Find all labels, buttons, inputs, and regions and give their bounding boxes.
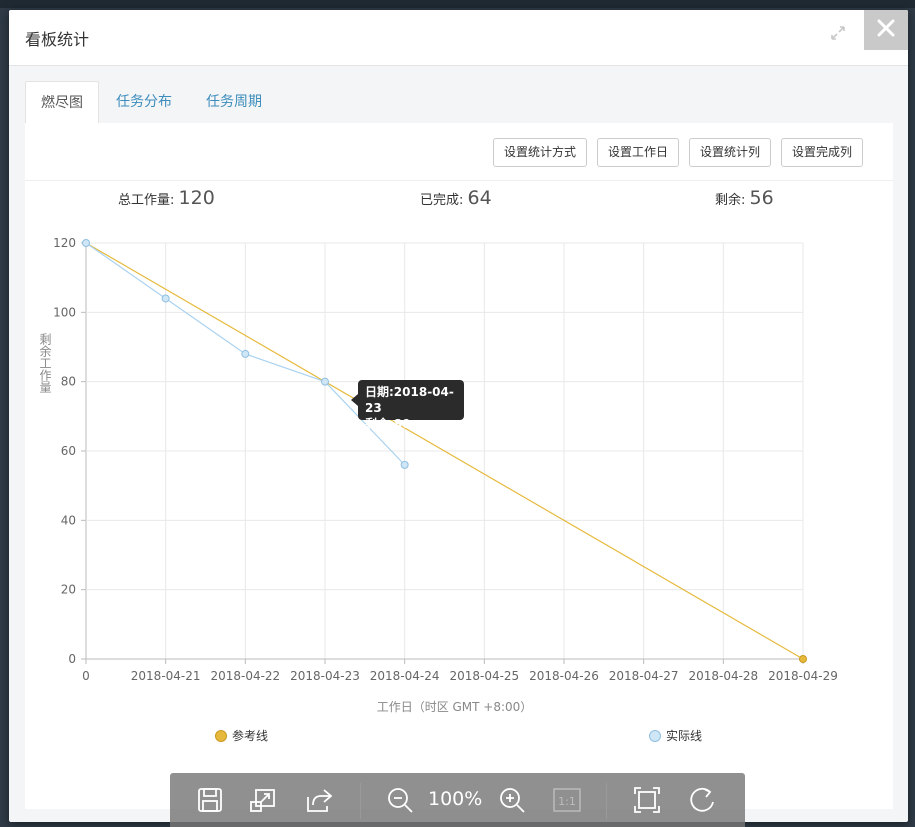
actual-point — [400, 460, 409, 469]
actual-size-text: 1:1 — [558, 795, 576, 808]
stat-remaining-value: 56 — [749, 187, 774, 209]
set-stat-method-button[interactable]: 设置统计方式 — [493, 138, 588, 167]
tab-bar: 燃尽图 任务分布 任务周期 — [25, 81, 893, 124]
export-icon[interactable] — [248, 785, 278, 815]
stat-remaining: 剩余: 56 — [715, 187, 774, 209]
save-icon[interactable] — [195, 785, 225, 815]
kanban-stats-dialog: 看板统计 燃尽图 任务分布 任务周期 设置统计方式 设置工作日 设置统计列 设置… — [9, 10, 908, 822]
fit-icon[interactable] — [632, 785, 662, 815]
actual-size-icon[interactable]: 1:1 — [552, 785, 582, 815]
toolbar-separator — [360, 783, 361, 819]
zoom-in-icon[interactable] — [497, 785, 527, 815]
x-tick-label: 2018-04-23 — [290, 669, 360, 683]
stat-total-value: 120 — [178, 187, 215, 209]
x-tick-label: 2018-04-29 — [768, 669, 838, 683]
x-tick-label: 2018-04-24 — [370, 669, 440, 683]
legend-reference-label: 参考线 — [232, 729, 269, 743]
tooltip-remaining: 剩余:80 — [365, 417, 411, 431]
x-tick-label: 2018-04-28 — [688, 669, 758, 683]
dialog-title: 看板统计 — [25, 30, 90, 49]
legend-actual-label: 实际线 — [666, 729, 703, 743]
image-viewer-toolbar: 100% 1:1 — [170, 773, 745, 827]
tooltip-date: 日期:2018-04-23 — [365, 385, 454, 415]
y-tick-label: 40 — [61, 513, 76, 527]
x-tick-label: 2018-04-22 — [210, 669, 280, 683]
stat-total: 总工作量: 120 — [118, 187, 215, 209]
reference-point — [799, 655, 807, 663]
x-tick-label: 2018-04-27 — [609, 669, 679, 683]
legend-reference-dot — [215, 730, 227, 742]
y-axis-title: 剩余工作量 — [38, 333, 52, 393]
y-tick-label: 0 — [68, 652, 76, 666]
settings-toolbar: 设置统计方式 设置工作日 设置统计列 设置完成列 — [25, 123, 893, 181]
backdrop — [0, 0, 915, 8]
tab-task-distribution[interactable]: 任务分布 — [107, 81, 181, 123]
y-tick-label: 80 — [61, 375, 76, 389]
legend-actual-line[interactable]: 实际线 — [649, 727, 702, 744]
legend-actual-dot — [649, 730, 661, 742]
toolbar-separator — [606, 783, 607, 819]
dialog-header: 看板统计 — [9, 10, 908, 66]
close-button[interactable] — [864, 10, 908, 50]
stat-total-label: 总工作量: — [118, 193, 175, 208]
expand-icon[interactable] — [829, 24, 847, 42]
stat-remaining-label: 剩余: — [715, 193, 746, 208]
chart-tooltip: 日期:2018-04-23 剩余:80 — [351, 380, 464, 431]
burndown-panel: 设置统计方式 设置工作日 设置统计列 设置完成列 总工作量: 120 已完成: … — [25, 123, 893, 809]
y-tick-label: 20 — [61, 583, 76, 597]
close-icon — [877, 19, 895, 37]
burndown-chart: 0 20 40 60 80 100 120 0 2018-04-21 2018-04-22 2018… — [38, 236, 838, 713]
legend-reference-line[interactable]: 参考线 — [215, 727, 268, 744]
actual-point — [241, 349, 250, 358]
actual-point — [82, 239, 90, 247]
zoom-level: 100% — [428, 788, 483, 810]
x-tick-label: 0 — [82, 669, 90, 683]
set-done-columns-button[interactable]: 设置完成列 — [781, 138, 864, 167]
actual-point — [161, 294, 170, 303]
set-workdays-button[interactable]: 设置工作日 — [597, 138, 680, 167]
x-tick-label: 2018-04-21 — [131, 669, 201, 683]
share-icon[interactable] — [304, 785, 334, 815]
zoom-out-icon[interactable] — [385, 785, 415, 815]
stat-done-value: 64 — [467, 187, 492, 209]
stat-done-label: 已完成: — [420, 193, 464, 208]
tab-burndown[interactable]: 燃尽图 — [25, 81, 99, 124]
rotate-icon[interactable] — [688, 785, 718, 815]
x-tick-label: 2018-04-25 — [449, 669, 519, 683]
x-axis-title: 工作日（时区 GMT +8:00） — [377, 700, 533, 713]
stat-done: 已完成: 64 — [420, 187, 492, 209]
set-stat-columns-button[interactable]: 设置统计列 — [689, 138, 772, 167]
y-tick-label: 60 — [61, 444, 76, 458]
tab-task-cycle[interactable]: 任务周期 — [197, 81, 271, 123]
x-tick-label: 2018-04-26 — [529, 669, 599, 683]
y-tick-label: 120 — [53, 236, 76, 250]
y-tick-label: 100 — [53, 305, 76, 319]
actual-point — [321, 377, 329, 386]
